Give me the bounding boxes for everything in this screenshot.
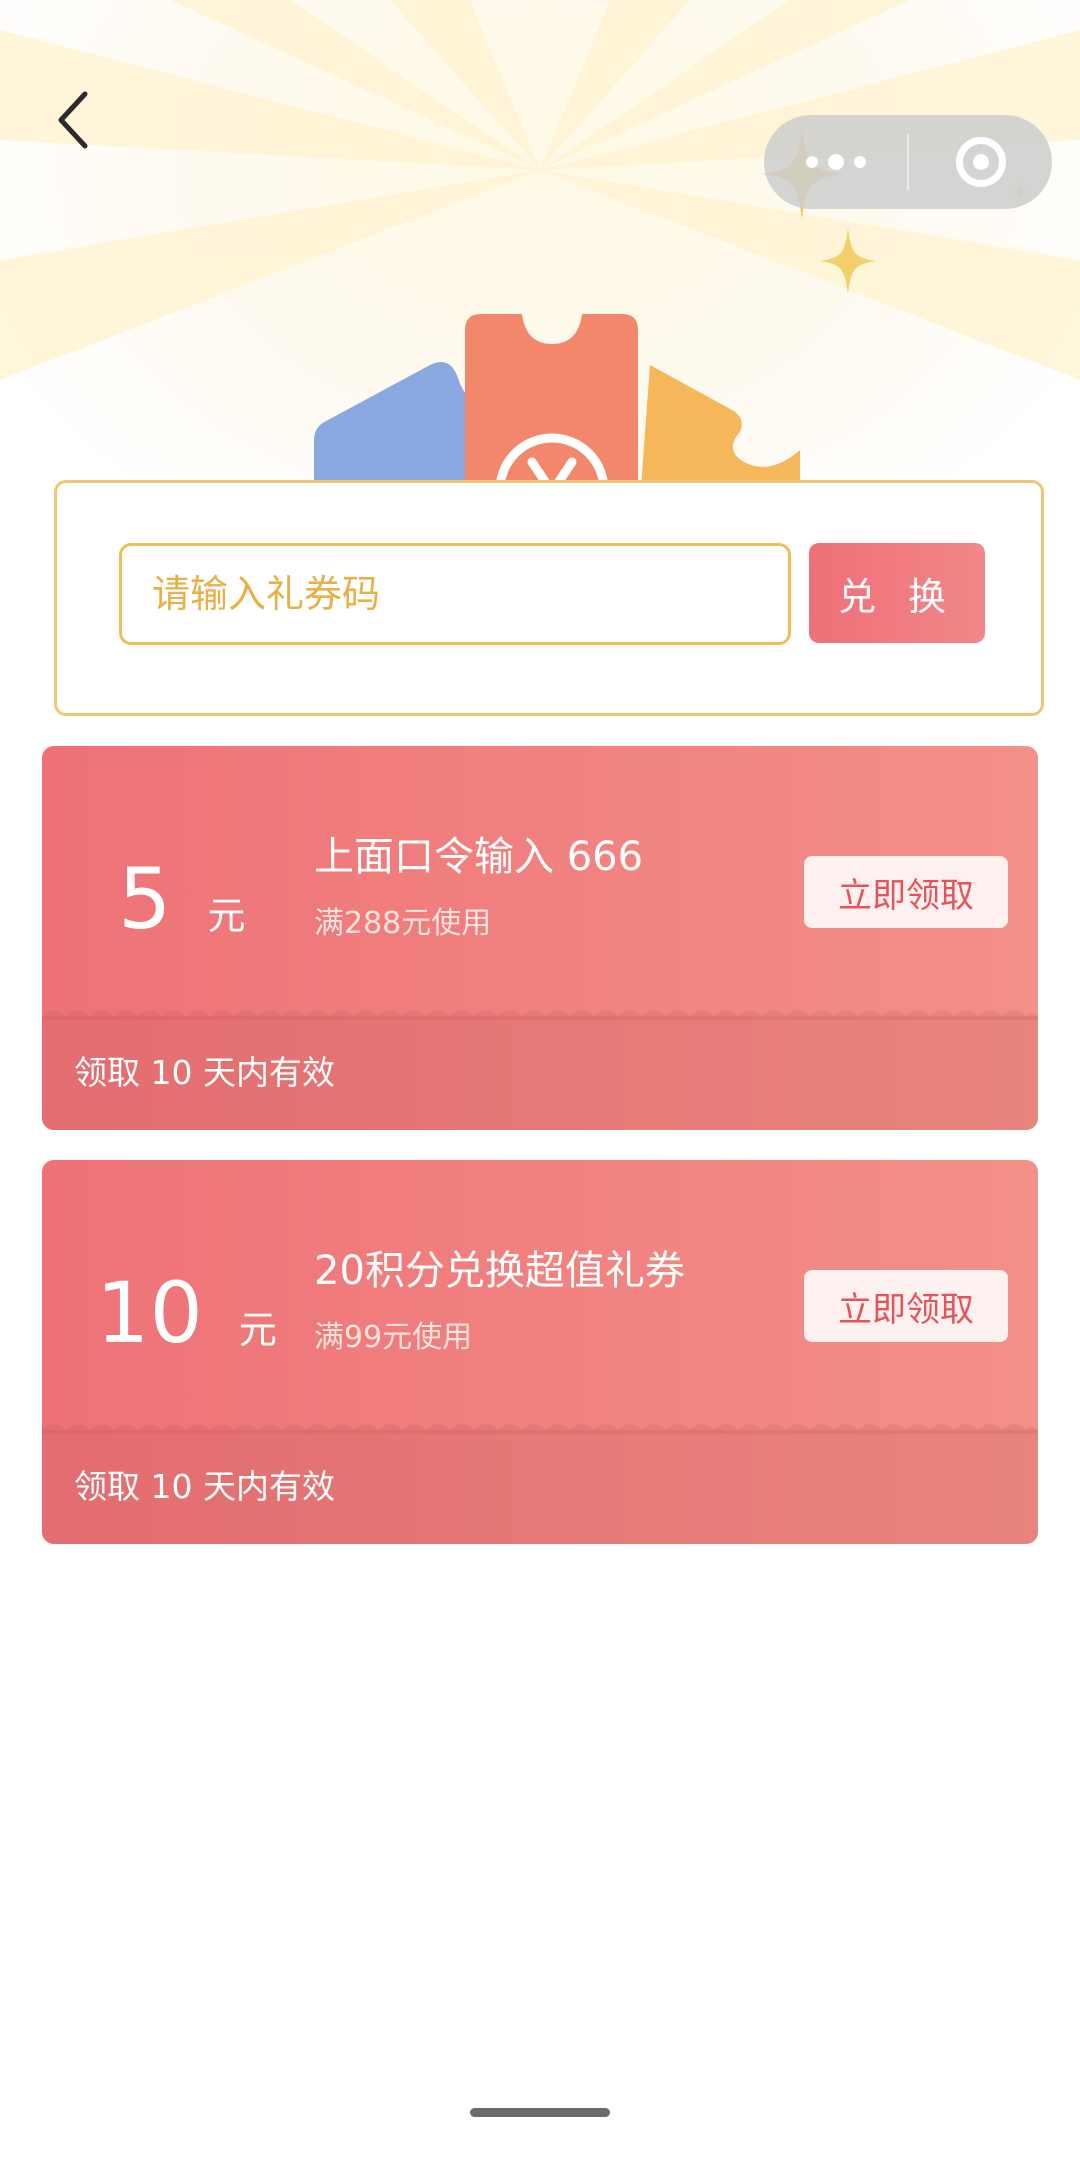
coupon-amount-value: 5 xyxy=(118,850,172,948)
target-close-icon xyxy=(955,137,1006,187)
chevron-left-icon xyxy=(58,91,88,149)
coupon-card: 5 元 上面口令输入 666 满288元使用 立即领取 领取 10 天内有效 xyxy=(42,746,1038,1130)
coupon-amount: 10 元 xyxy=(96,1245,277,1355)
back-button[interactable] xyxy=(48,85,98,155)
coupon-title: 上面口令输入 666 xyxy=(314,834,644,880)
sparkle-icon xyxy=(820,228,876,294)
close-button[interactable] xyxy=(909,115,1052,209)
miniprogram-capsule xyxy=(764,115,1052,209)
coupon-tickets-illustration xyxy=(314,314,800,500)
more-button[interactable] xyxy=(764,115,907,209)
coupon-validity: 领取 10 天内有效 xyxy=(74,1053,335,1092)
coupon-title: 20积分兑换超值礼券 xyxy=(314,1248,685,1294)
redeem-button[interactable]: 兑 换 xyxy=(809,543,985,643)
coupon-amount: 5 元 xyxy=(118,831,245,941)
coupon-footer: 领取 10 天内有效 xyxy=(42,1016,1038,1130)
coupon-amount-unit: 元 xyxy=(207,894,246,938)
home-indicator[interactable] xyxy=(470,2108,610,2117)
coupon-code-input[interactable] xyxy=(119,543,791,645)
claim-button[interactable]: 立即领取 xyxy=(804,856,1008,928)
claim-button[interactable]: 立即领取 xyxy=(804,1270,1008,1342)
coupon-footer: 领取 10 天内有效 xyxy=(42,1430,1038,1544)
coupon-amount-value: 10 xyxy=(96,1264,203,1362)
header-banner xyxy=(0,0,1080,560)
coupon-main: 5 元 上面口令输入 666 满288元使用 立即领取 xyxy=(42,746,1038,1016)
coupon-condition: 满99元使用 xyxy=(314,1320,473,1355)
coupon-card: 10 元 20积分兑换超值礼券 满99元使用 立即领取 领取 10 天内有效 xyxy=(42,1160,1038,1544)
coupon-main: 10 元 20积分兑换超值礼券 满99元使用 立即领取 xyxy=(42,1160,1038,1430)
coupon-validity: 领取 10 天内有效 xyxy=(74,1467,335,1506)
coupon-condition: 满288元使用 xyxy=(314,906,492,941)
redeem-code-panel: 兑 换 xyxy=(54,480,1044,716)
more-dots-icon xyxy=(801,154,871,170)
coupon-amount-unit: 元 xyxy=(238,1308,277,1352)
